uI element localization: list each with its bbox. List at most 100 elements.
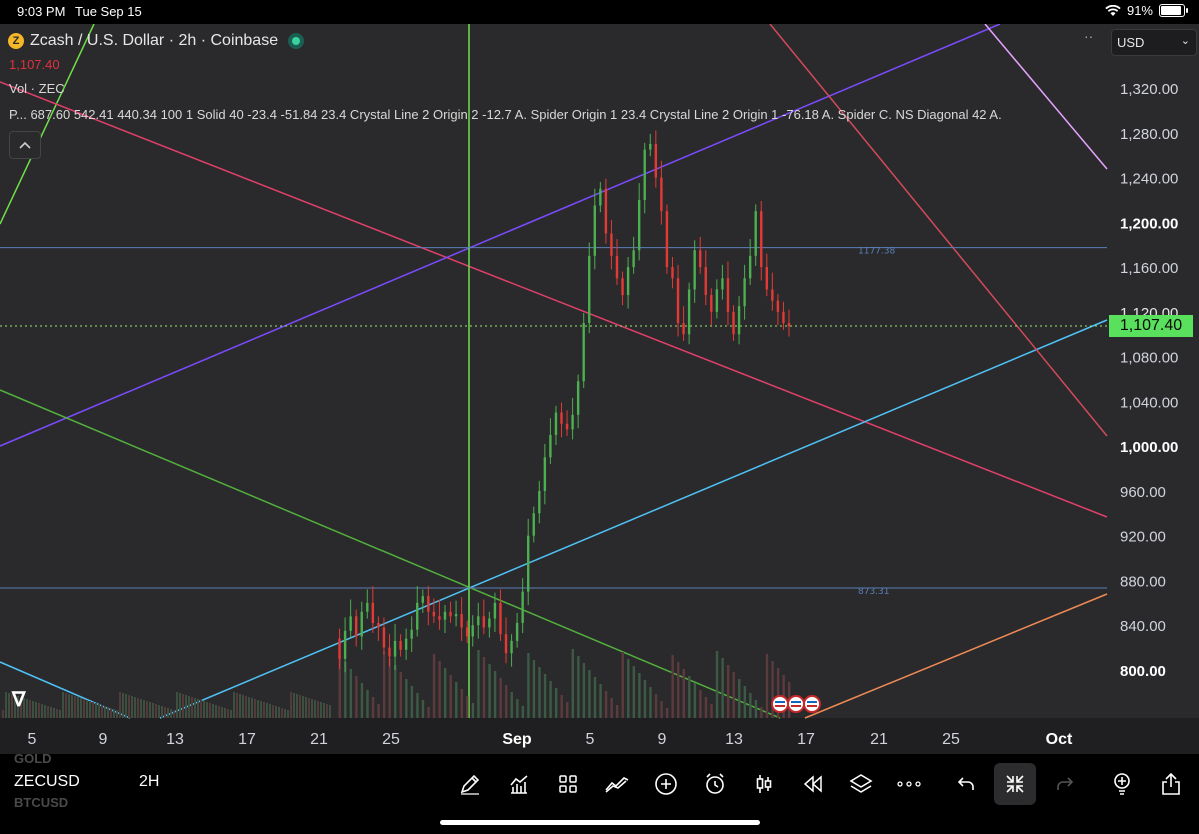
collapse-legend-button[interactable] bbox=[9, 131, 41, 159]
price-chart[interactable]: 1177.38 873.31 1,320.00 1,280.00 1,240.00 1,2… bbox=[0, 24, 1199, 754]
ghost-symbol-bottom: BTCUSD bbox=[14, 795, 69, 810]
time-tick-label: 13 bbox=[166, 731, 184, 748]
chart-title[interactable]: Zcash / U.S. Dollar · 2h · Coinbase bbox=[30, 32, 278, 50]
candle-body bbox=[565, 423, 569, 430]
volume-bar bbox=[654, 694, 658, 718]
volume-bar bbox=[660, 701, 663, 718]
volume-bar bbox=[119, 692, 121, 718]
candle-type-button[interactable] bbox=[748, 768, 780, 800]
replay-button[interactable] bbox=[797, 768, 829, 800]
replay-icon bbox=[803, 775, 822, 793]
candle-body bbox=[771, 289, 774, 301]
volume-bar bbox=[560, 695, 563, 718]
compare-icon bbox=[605, 777, 629, 793]
volume-bar bbox=[566, 702, 569, 718]
interval-button[interactable]: 2H bbox=[139, 773, 159, 791]
volume-bar bbox=[47, 706, 49, 718]
volume-bar bbox=[360, 683, 364, 718]
volume-bar bbox=[323, 703, 325, 718]
volume-bar bbox=[215, 705, 217, 718]
candle-body bbox=[726, 278, 730, 312]
volume-bar bbox=[427, 707, 430, 718]
layers-button[interactable] bbox=[845, 768, 877, 800]
volume-bar bbox=[460, 689, 464, 718]
price-tick-label: 1,200.00 bbox=[1120, 215, 1178, 232]
add-button[interactable] bbox=[650, 768, 682, 800]
legend-more-icon[interactable]: ·· bbox=[1084, 28, 1093, 44]
time-tick-label: 17 bbox=[238, 731, 256, 748]
volume-bar bbox=[482, 657, 486, 718]
volume-bar bbox=[230, 710, 232, 718]
candle-body bbox=[621, 278, 624, 296]
templates-button[interactable] bbox=[552, 768, 584, 800]
volume-bar bbox=[693, 683, 697, 718]
candle-body bbox=[737, 306, 741, 335]
idea-button[interactable] bbox=[1106, 768, 1138, 800]
currency-select[interactable]: USD ⌄ bbox=[1111, 29, 1197, 56]
price-tick-label: 1,080.00 bbox=[1120, 350, 1178, 367]
candle-body bbox=[482, 616, 486, 628]
fullscreen-exit-button[interactable] bbox=[994, 763, 1036, 805]
more-button[interactable] bbox=[893, 768, 925, 800]
us-flag-stripe bbox=[791, 701, 801, 703]
volume-bar bbox=[643, 680, 647, 718]
volume-bar bbox=[314, 700, 316, 718]
volume-label[interactable]: Vol · ZEC bbox=[9, 81, 65, 96]
indicators-button[interactable] bbox=[503, 768, 535, 800]
candle-body bbox=[399, 640, 402, 650]
indicator-label[interactable]: P... 687.60 542.41 440.34 100 1 Solid 40… bbox=[9, 107, 1104, 122]
volume-bar bbox=[610, 698, 613, 718]
candle-body bbox=[438, 616, 441, 620]
alert-icon bbox=[706, 773, 724, 794]
candle-body bbox=[604, 188, 608, 234]
volume-bar bbox=[477, 650, 480, 718]
volume-bar bbox=[388, 658, 391, 718]
volume-bar bbox=[56, 709, 58, 718]
volume-bar bbox=[765, 654, 769, 718]
volume-bar bbox=[149, 702, 151, 718]
volume-bar bbox=[290, 692, 292, 718]
draw-button[interactable] bbox=[454, 768, 486, 800]
volume-bar bbox=[74, 696, 76, 718]
share-button[interactable] bbox=[1155, 768, 1187, 800]
us-flag-stripe bbox=[807, 701, 817, 703]
candle-body bbox=[582, 323, 585, 382]
volume-bar bbox=[92, 702, 94, 718]
alert-button[interactable] bbox=[699, 768, 731, 800]
volume-bar bbox=[577, 656, 580, 718]
volume-bar bbox=[38, 703, 40, 718]
volume-bar bbox=[125, 694, 127, 718]
price-tick-label: 920.00 bbox=[1120, 529, 1166, 546]
volume-bar bbox=[326, 704, 328, 718]
volume-bar bbox=[227, 709, 229, 718]
trendline-purple bbox=[0, 24, 1001, 447]
candle-body bbox=[460, 614, 463, 628]
volume-bar bbox=[44, 705, 46, 718]
volume-bar bbox=[95, 703, 97, 718]
candle-body bbox=[377, 622, 380, 628]
candle-body bbox=[338, 638, 341, 659]
symbol-button[interactable]: ZECUSD bbox=[14, 773, 80, 791]
redo-button[interactable] bbox=[1049, 768, 1081, 800]
us-flag-stripe bbox=[807, 705, 817, 707]
volume-bar bbox=[399, 672, 402, 718]
volume-bar bbox=[131, 696, 133, 718]
volume-bar bbox=[98, 704, 100, 718]
candle-body bbox=[693, 250, 696, 290]
undo-button[interactable] bbox=[950, 768, 982, 800]
volume-bar bbox=[599, 684, 602, 718]
compare-button[interactable] bbox=[601, 768, 633, 800]
battery-percent: 91% bbox=[1126, 3, 1153, 18]
volume-bar bbox=[29, 700, 31, 718]
undo-icon bbox=[957, 777, 974, 790]
volume-bar bbox=[432, 654, 436, 718]
volume-bar bbox=[521, 706, 525, 718]
volume-bar bbox=[549, 681, 552, 718]
volume-bar bbox=[278, 707, 280, 718]
chart-area[interactable]: 1177.38 873.31 1,320.00 1,280.00 1,240.00 1,2… bbox=[0, 24, 1199, 754]
volume-bar bbox=[311, 699, 313, 718]
volume-bar bbox=[212, 704, 214, 718]
volume-bar bbox=[638, 673, 641, 718]
candle-body bbox=[404, 638, 408, 650]
volume-bar bbox=[254, 699, 256, 718]
